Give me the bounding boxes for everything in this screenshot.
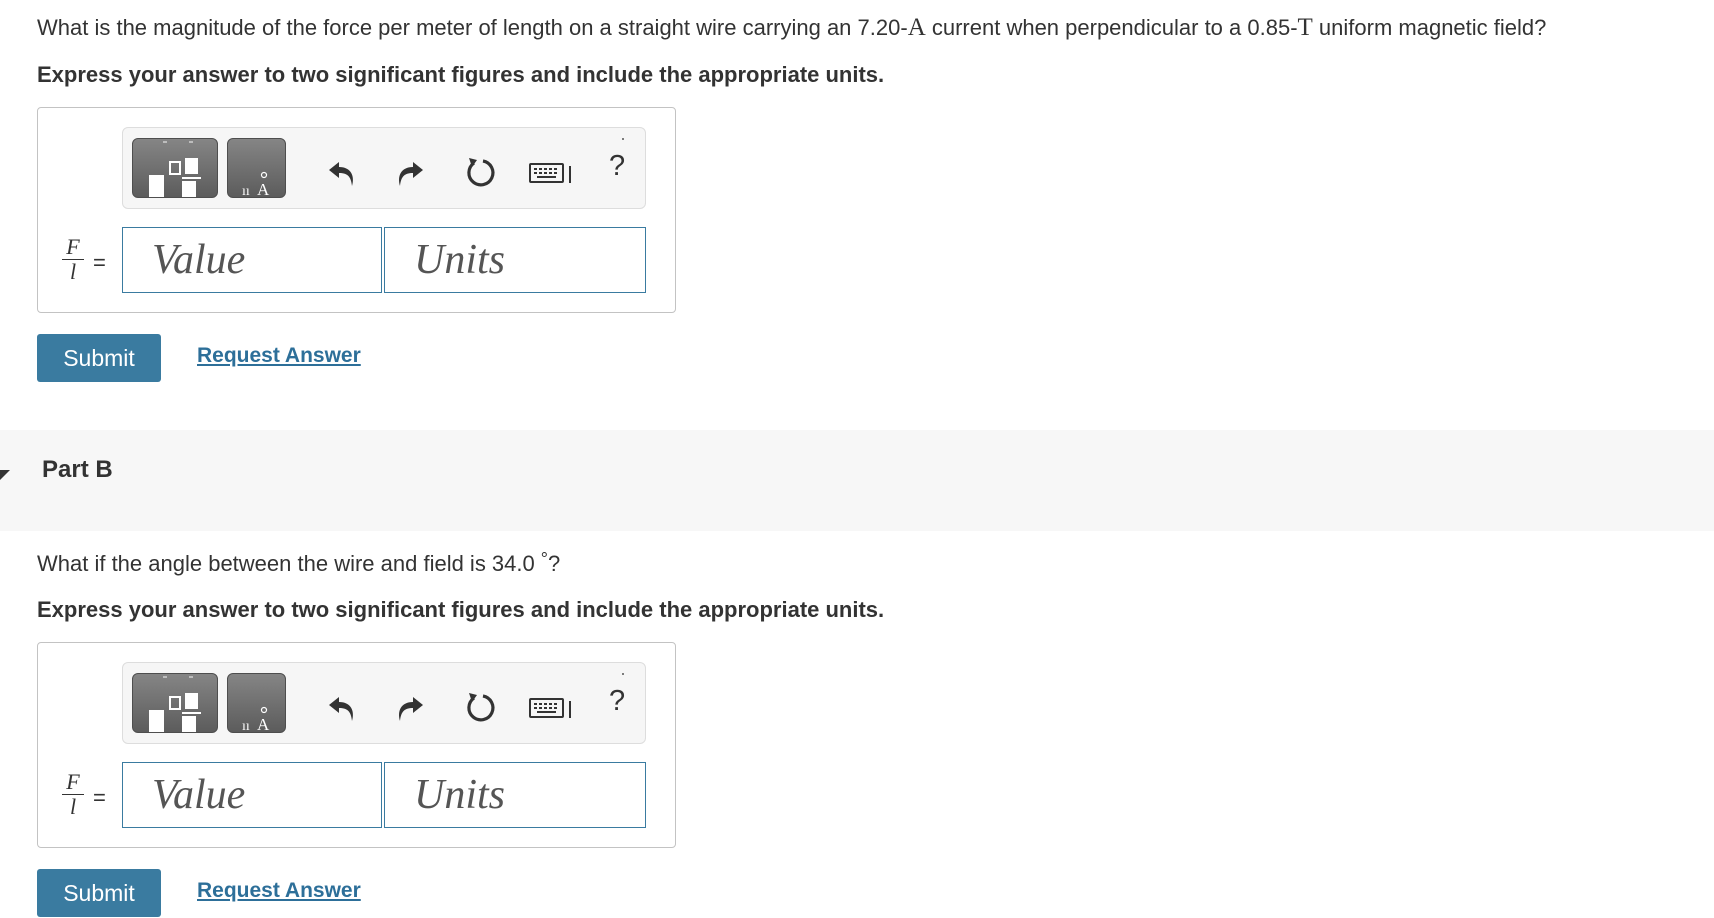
svg-text:A: A: [257, 180, 270, 197]
templates-icon[interactable]: [132, 138, 218, 198]
redo-icon[interactable]: [391, 689, 427, 725]
math-toolbar: A ıı ?: [122, 662, 646, 744]
part-b-answer-box: A ıı ? F l = Value Units: [37, 642, 676, 848]
units-symbols-icon[interactable]: A ıı: [227, 673, 286, 734]
fraction-numerator: F: [66, 234, 80, 259]
units-input[interactable]: Units: [384, 227, 646, 293]
reset-icon[interactable]: [462, 689, 498, 725]
fraction-denominator: l: [69, 259, 77, 284]
templates-icon[interactable]: [132, 673, 218, 733]
equals-sign: =: [93, 785, 106, 810]
units-symbols-icon[interactable]: A ıı: [227, 138, 286, 199]
collapse-caret-icon[interactable]: [0, 470, 10, 480]
fraction-denominator: l: [69, 794, 77, 819]
units-input[interactable]: Units: [384, 762, 646, 828]
part-b-instructions: Express your answer to two significant f…: [37, 597, 885, 622]
question-b-text: What if the angle between the wire and f…: [37, 551, 535, 576]
keyboard-icon[interactable]: [529, 689, 575, 725]
question-b-suffix: ?: [547, 551, 561, 576]
question-text-3: uniform magnetic field?: [1312, 15, 1547, 40]
part-b-question: What if the angle between the wire and f…: [37, 548, 560, 581]
svg-text:ıı: ıı: [242, 719, 250, 732]
current-unit: A: [907, 14, 926, 41]
toolbar-dot: [622, 138, 624, 140]
part-b-header[interactable]: Part B: [0, 430, 1714, 531]
request-answer-link[interactable]: Request Answer: [197, 879, 361, 903]
reset-icon[interactable]: [462, 154, 498, 190]
equals-sign: =: [93, 250, 106, 275]
svg-text:ıı: ıı: [242, 184, 250, 197]
svg-text:A: A: [257, 715, 270, 732]
part-b-title[interactable]: Part B: [42, 456, 113, 484]
question-text-1: What is the magnitude of the force per m…: [37, 15, 908, 40]
request-answer-link[interactable]: Request Answer: [197, 344, 361, 368]
undo-icon[interactable]: [325, 689, 361, 725]
help-icon[interactable]: ?: [609, 150, 625, 183]
f-over-l-label: F l: [62, 771, 84, 818]
math-toolbar: A ıı ?: [122, 127, 646, 209]
part-a-question: What is the magnitude of the force per m…: [37, 12, 1546, 44]
keyboard-icon[interactable]: [529, 154, 575, 190]
submit-button[interactable]: Submit: [37, 334, 161, 382]
fraction-numerator: F: [66, 769, 80, 794]
toolbar-dot: [622, 673, 624, 675]
field-unit: T: [1297, 14, 1313, 41]
f-over-l-label: F l: [62, 236, 84, 283]
undo-icon[interactable]: [325, 154, 361, 190]
help-icon[interactable]: ?: [609, 685, 625, 718]
question-text-2: current when perpendicular to a 0.85-: [925, 15, 1298, 40]
value-input[interactable]: Value: [122, 762, 382, 828]
redo-icon[interactable]: [391, 154, 427, 190]
value-input[interactable]: Value: [122, 227, 382, 293]
degree-symbol: °: [540, 549, 548, 569]
part-a-instructions: Express your answer to two significant f…: [37, 62, 885, 87]
part-a-answer-box: A ıı ? F l = Value Units: [37, 107, 676, 313]
submit-button[interactable]: Submit: [37, 869, 161, 917]
